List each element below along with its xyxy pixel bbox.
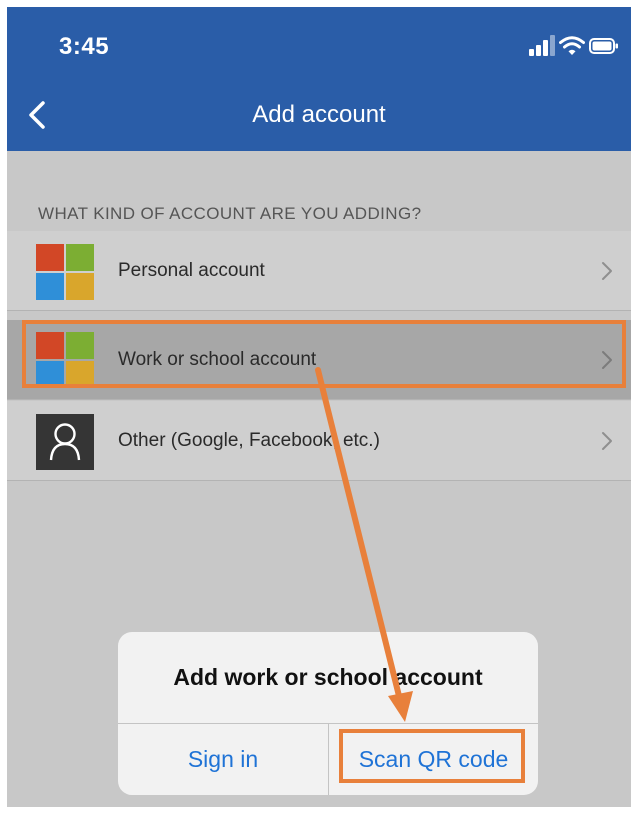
microsoft-logo-icon <box>36 244 94 300</box>
sign-in-button[interactable]: Sign in <box>118 723 328 795</box>
wifi-icon <box>559 36 585 55</box>
page-title: Add account <box>252 101 386 128</box>
phone-screen: 3:45 Add account WHAT KIND OF ACCOUNT AR… <box>7 7 631 807</box>
account-row-label: Personal account <box>118 260 265 281</box>
scan-qr-code-button[interactable]: Scan QR code <box>329 723 538 795</box>
chevron-right-icon <box>602 351 612 369</box>
action-sheet-title: Add work or school account <box>173 664 483 690</box>
status-icons <box>529 35 618 59</box>
row-divider <box>7 310 631 311</box>
battery-icon <box>589 38 618 54</box>
account-row-label: Work or school account <box>118 349 317 370</box>
chevron-right-icon <box>602 262 612 280</box>
row-divider <box>7 480 631 481</box>
microsoft-logo-icon <box>36 332 94 388</box>
row-divider <box>7 399 631 400</box>
account-row-label: Other (Google, Facebook, etc.) <box>118 430 380 451</box>
signal-icon <box>529 35 555 56</box>
user-icon <box>36 414 94 470</box>
chevron-right-icon <box>602 432 612 450</box>
account-row-personal[interactable]: Personal account <box>7 231 631 311</box>
account-row-other[interactable]: Other (Google, Facebook, etc.) <box>7 401 631 481</box>
section-header: WHAT KIND OF ACCOUNT ARE YOU ADDING? <box>38 204 422 223</box>
status-time: 3:45 <box>59 33 110 60</box>
header-bar: 3:45 Add account <box>7 7 631 151</box>
account-row-work-or-school[interactable]: Work or school account <box>7 320 631 400</box>
action-sheet: Add work or school account Sign in Scan … <box>118 632 538 795</box>
